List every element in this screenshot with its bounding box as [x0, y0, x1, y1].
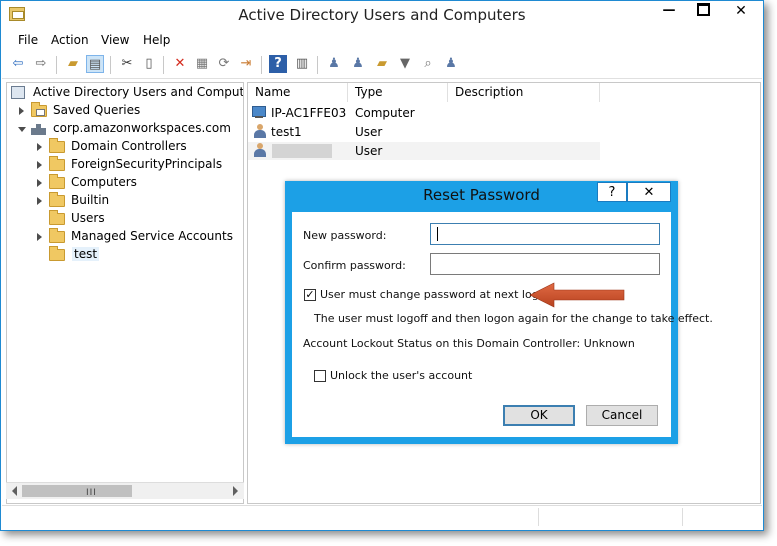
new-user-icon[interactable]: ♟ — [325, 55, 343, 73]
menu-file[interactable]: File — [18, 33, 38, 47]
expand-icon[interactable] — [37, 197, 42, 205]
info-text: The user must logoff and then logon agai… — [314, 312, 713, 325]
delete-icon[interactable]: ✕ — [171, 55, 189, 73]
must-change-label[interactable]: User must change password at next logon — [320, 288, 552, 301]
scroll-thumb[interactable]: III — [22, 485, 132, 498]
expand-icon[interactable] — [37, 161, 42, 169]
root-icon — [11, 86, 25, 99]
expand-icon[interactable] — [37, 233, 42, 241]
must-change-checkbox[interactable]: ✓ — [304, 289, 316, 301]
cancel-button[interactable]: Cancel — [586, 405, 658, 426]
window-title: Active Directory Users and Computers — [238, 6, 526, 24]
expand-icon[interactable] — [19, 107, 24, 115]
new-password-label: New password: — [303, 229, 387, 242]
maximize-button[interactable] — [686, 1, 720, 21]
dialog-help-button[interactable]: ? — [597, 182, 627, 202]
minimize-button[interactable]: — — [652, 1, 686, 21]
up-folder-icon[interactable]: ▰ — [64, 55, 82, 73]
list-item[interactable]: test1 User — [248, 123, 600, 141]
folder-icon — [49, 192, 65, 207]
redacted-name — [272, 144, 332, 158]
scroll-right-icon[interactable] — [233, 486, 238, 496]
confirm-password-label: Confirm password: — [303, 259, 406, 272]
toolbar: ⇦ ⇨ ▰ ▤ ✂ ▯ ✕ ▦ ⟳ ⇥ ? ▥ ♟ ♟ ▰ ▼ ⌕ ♟ — [2, 52, 762, 79]
folder-icon — [49, 156, 65, 171]
column-type[interactable]: Type — [348, 83, 448, 102]
text-caret — [437, 227, 438, 241]
folder-icon — [49, 138, 65, 153]
console-tree[interactable]: Active Directory Users and Computers [ S… — [6, 82, 244, 504]
close-button[interactable]: ✕ — [720, 1, 762, 21]
add-to-group-icon[interactable]: ♟ — [442, 55, 460, 73]
tree-test[interactable]: test — [7, 246, 243, 264]
confirm-password-field[interactable] — [430, 253, 660, 275]
dialog-close-button[interactable]: ✕ — [627, 182, 671, 202]
menu-view[interactable]: View — [101, 33, 129, 47]
list-item[interactable]: IP-AC1FFE03 Computer — [248, 104, 600, 122]
collapse-icon[interactable] — [18, 127, 26, 132]
unlock-account-checkbox[interactable] — [314, 370, 326, 382]
expand-icon[interactable] — [37, 143, 42, 151]
folder-icon — [49, 210, 65, 225]
lockout-status: Account Lockout Status on this Domain Co… — [303, 337, 635, 350]
copy-icon[interactable]: ▯ — [140, 55, 158, 73]
annotation-arrow-icon — [529, 282, 625, 308]
title-bar: Active Directory Users and Computers — ✕ — [1, 1, 763, 29]
new-group-icon[interactable]: ♟ — [349, 55, 367, 73]
column-name[interactable]: Name — [248, 83, 348, 102]
action-pane-icon[interactable]: ▥ — [293, 55, 311, 73]
unlock-account-label[interactable]: Unlock the user's account — [330, 369, 472, 382]
column-description[interactable]: Description — [448, 83, 600, 102]
menu-action[interactable]: Action — [51, 33, 89, 47]
back-icon[interactable]: ⇦ — [9, 55, 27, 73]
user-icon — [254, 124, 266, 139]
status-bar — [2, 505, 762, 528]
expand-icon[interactable] — [37, 179, 42, 187]
folder-icon — [49, 174, 65, 189]
list-item[interactable]: User — [248, 142, 600, 160]
menu-help[interactable]: Help — [143, 33, 170, 47]
forward-icon[interactable]: ⇨ — [32, 55, 50, 73]
saved-queries-icon — [31, 102, 47, 117]
maximize-icon — [696, 2, 710, 16]
tree-horizontal-scrollbar[interactable]: III — [6, 482, 244, 499]
dialog-body: New password: Confirm password: ✓ User m… — [292, 212, 713, 437]
domain-icon — [31, 122, 46, 135]
new-password-field[interactable] — [430, 223, 660, 245]
properties-icon[interactable]: ▦ — [193, 55, 211, 73]
scroll-left-icon[interactable] — [12, 486, 17, 496]
folder-icon — [49, 246, 65, 261]
folder-icon — [49, 228, 65, 243]
filter-icon[interactable]: ▼ — [396, 55, 414, 73]
user-icon — [254, 143, 266, 158]
reset-password-dialog: Reset Password ? ✕ New password: Confirm… — [285, 181, 713, 444]
new-ou-icon[interactable]: ▰ — [373, 55, 391, 73]
find-icon[interactable]: ⌕ — [419, 55, 437, 73]
cut-icon[interactable]: ✂ — [118, 55, 136, 73]
refresh-icon[interactable]: ⟳ — [215, 55, 233, 73]
ok-button[interactable]: OK — [503, 405, 575, 426]
export-icon[interactable]: ⇥ — [237, 55, 255, 73]
help-icon[interactable]: ? — [269, 55, 287, 73]
computer-icon — [252, 106, 267, 118]
console-tree-icon[interactable]: ▤ — [86, 55, 104, 73]
